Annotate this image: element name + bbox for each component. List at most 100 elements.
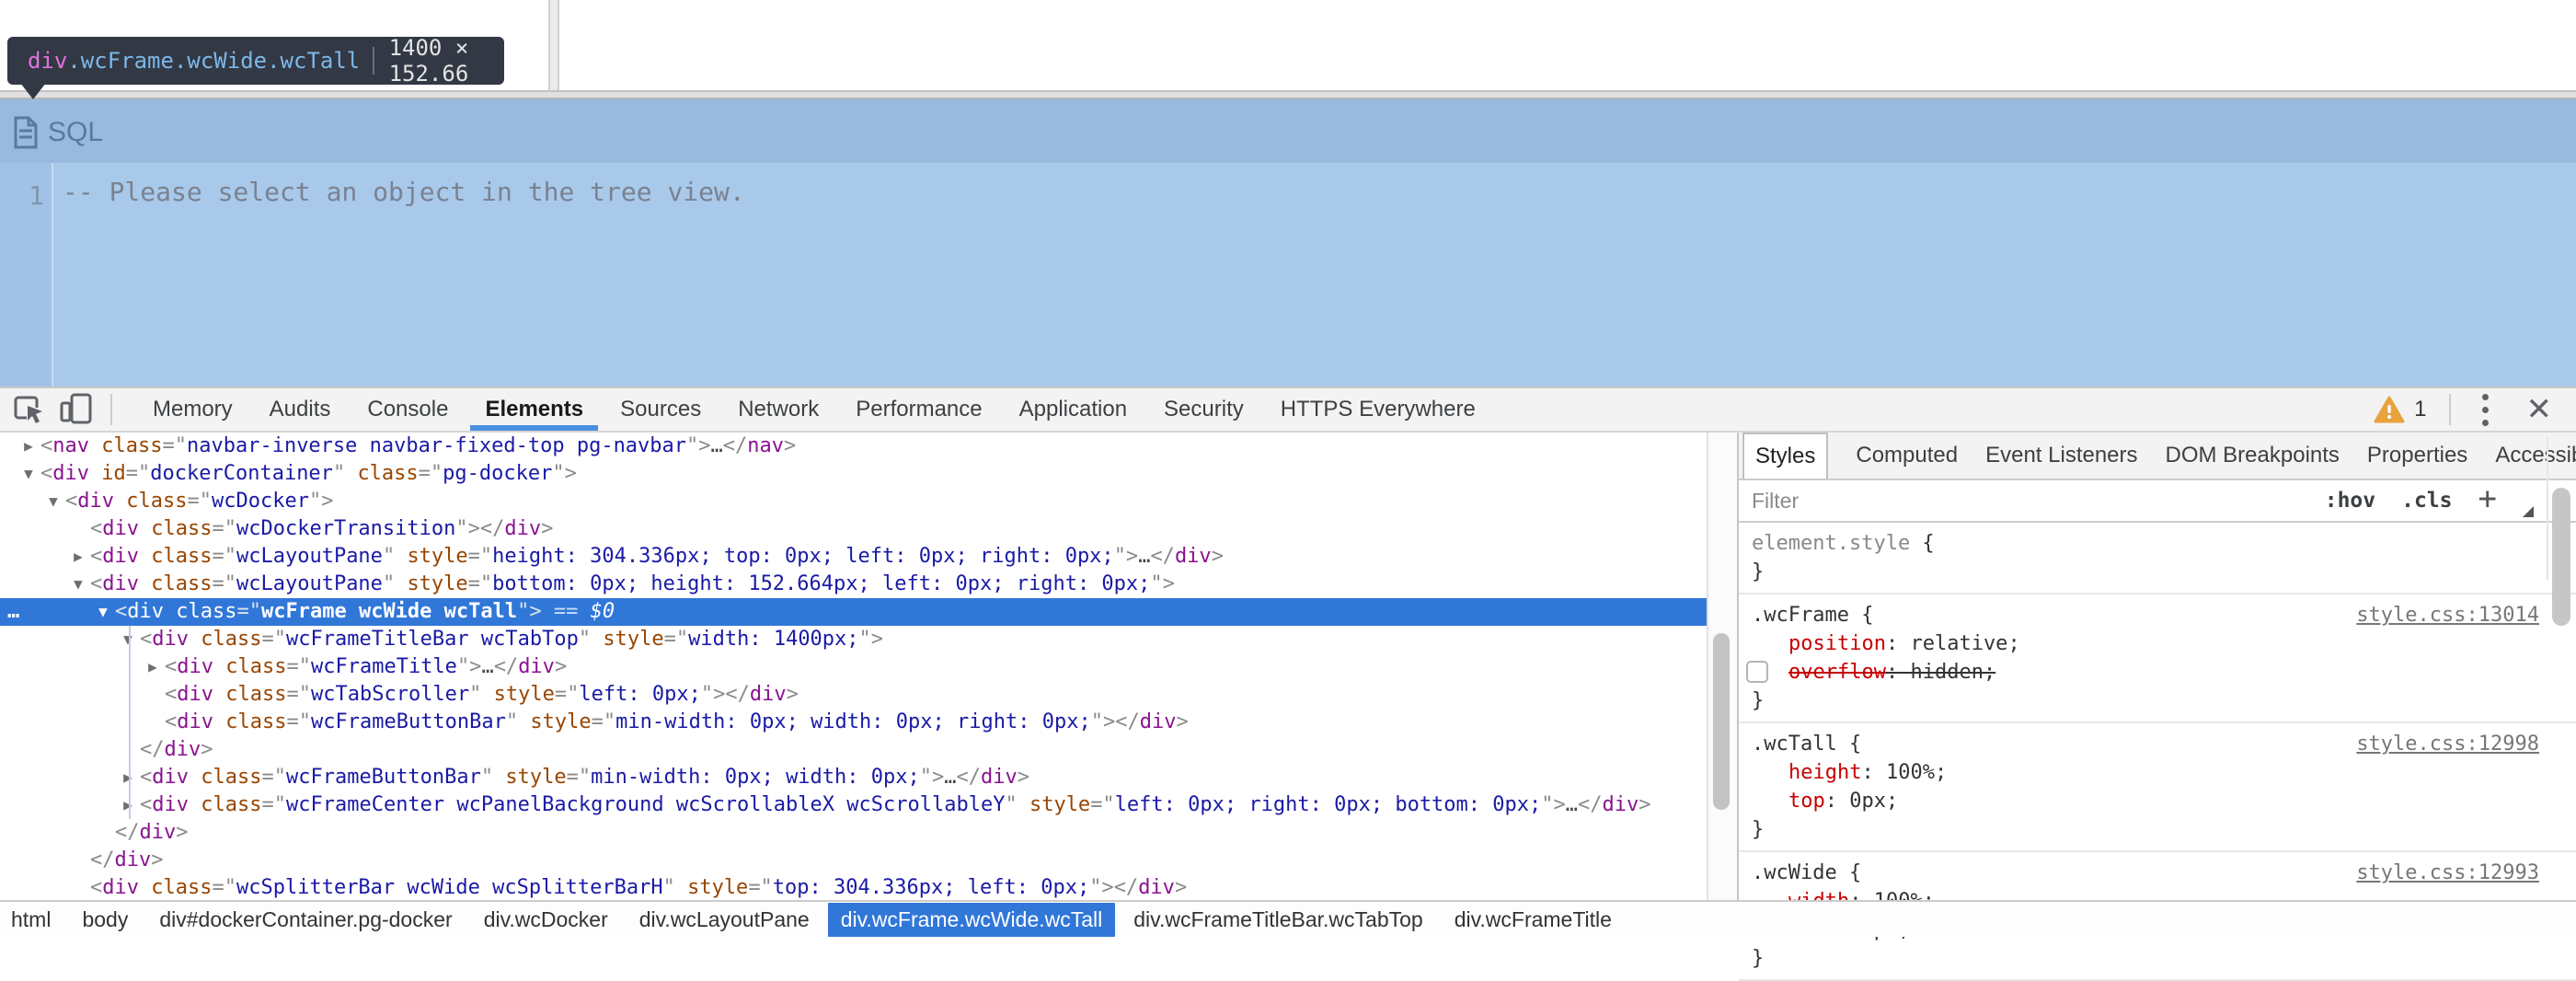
css-property[interactable]: position: relative; <box>1752 629 2539 658</box>
tab-elements[interactable]: Elements <box>485 388 583 431</box>
stylesheet-link[interactable]: style.css:12998 <box>2356 730 2539 758</box>
expand-arrow-icon[interactable]: ▶ <box>17 433 40 460</box>
expand-arrow-icon[interactable]: ▼ <box>41 488 65 515</box>
sql-tab[interactable]: SQL <box>13 112 103 153</box>
toggle-hov-button[interactable]: :hov <box>2325 489 2375 513</box>
expand-arrow-icon[interactable]: ▼ <box>66 571 90 598</box>
tab-audits[interactable]: Audits <box>270 388 331 431</box>
tab-network[interactable]: Network <box>738 388 819 431</box>
tree-row[interactable]: ▶<div class="wcFrameCenter wcPanelBackgr… <box>0 791 1707 819</box>
style-rule[interactable]: style.css:13014.wcFrame {position: relat… <box>1739 594 2576 723</box>
tab-sources[interactable]: Sources <box>620 388 701 431</box>
tree-row[interactable]: ▼<div class="wcFrameTitleBar wcTabTop" s… <box>0 626 1707 653</box>
tree-row[interactable]: ▶<div class="wcFrameButtonBar" style="mi… <box>0 764 1707 791</box>
page-horizontal-splitter[interactable] <box>0 90 2576 99</box>
sidebar-tab-computed[interactable]: Computed <box>1856 433 1958 479</box>
rule-close-line: } <box>1752 558 2539 586</box>
expand-arrow-icon[interactable]: ▼ <box>116 626 140 653</box>
page-vertical-splitter[interactable] <box>548 0 559 90</box>
styles-scrollbar-track <box>2547 436 2548 580</box>
sidebar-tab-properties[interactable]: Properties <box>2367 433 2467 479</box>
sidebar-tab-event-listeners[interactable]: Event Listeners <box>1985 433 2137 479</box>
tab-memory[interactable]: Memory <box>153 388 233 431</box>
tree-row[interactable]: </div> <box>0 736 1707 764</box>
tree-row[interactable]: ▼<div class="wcLayoutPane" style="bottom… <box>0 571 1707 598</box>
row-overflow-dots: … <box>7 598 21 626</box>
styles-scrollbar-thumb[interactable] <box>2552 488 2570 626</box>
tree-row[interactable]: <div class="wcDockerTransition"></div> <box>0 515 1707 543</box>
tree-row[interactable]: <div class="wcFrameButtonBar" style="min… <box>0 709 1707 736</box>
rule-selector-line[interactable]: element.style { <box>1752 529 2539 558</box>
new-style-rule-button[interactable]: + <box>2478 480 2497 517</box>
tooltip-dimensions: 1400 × 152.66 <box>389 35 504 87</box>
property-checkbox[interactable] <box>1746 661 1768 683</box>
tooltip-tag: div <box>28 48 67 74</box>
sql-tab-label: SQL <box>48 117 103 148</box>
toolbar-separator <box>110 394 112 425</box>
breadcrumb-item[interactable]: div.wcLayoutPane <box>639 907 810 932</box>
expand-arrow-icon[interactable]: ▶ <box>141 653 165 681</box>
tree-row[interactable]: <div class="wcTabScroller" style="left: … <box>0 681 1707 709</box>
css-property[interactable]: top: 0px; <box>1752 787 2539 815</box>
tree-row[interactable]: </div> <box>0 847 1707 874</box>
element-highlight-overlay: SQL 1 -- Please select an object in the … <box>0 99 2576 387</box>
tree-row[interactable]: <div class="wcSplitterBar wcWide wcSplit… <box>0 874 1707 900</box>
inspect-tooltip: div.wcFrame.wcWide.wcTall 1400 × 152.66 <box>7 37 504 85</box>
tab-security[interactable]: Security <box>1164 388 1244 431</box>
rule-selector-line[interactable]: style.css:12993.wcWide { <box>1752 859 2539 887</box>
sidebar-tab-accessibility[interactable]: Accessibility <box>2495 433 2576 479</box>
close-icon[interactable]: ✕ <box>2526 394 2553 425</box>
styles-filter-input[interactable]: Filter <box>1752 489 1799 514</box>
tree-row[interactable]: ▶<div class="wcLayoutPane" style="height… <box>0 543 1707 571</box>
rule-selector-line[interactable]: style.css:13014.wcFrame { <box>1752 601 2539 629</box>
tooltip-separator <box>373 47 374 75</box>
breadcrumb-item[interactable]: div#dockerContainer.pg-docker <box>159 907 452 932</box>
tree-row[interactable]: ▶<nav class="navbar-inverse navbar-fixed… <box>0 433 1707 460</box>
editor-code-line[interactable]: -- Please select an object in the tree v… <box>63 177 745 207</box>
style-rule[interactable]: style.css:12998.wcTall {height: 100%;top… <box>1739 723 2576 852</box>
device-toolbar-icon[interactable] <box>59 392 96 427</box>
tree-row[interactable]: </div> <box>0 819 1707 847</box>
styles-tab-bar: Styles Computed Event Listeners DOM Breakpo… <box>1739 433 2576 480</box>
elements-scrollbar-thumb[interactable] <box>1713 633 1730 810</box>
sidebar-tab-styles[interactable]: Styles <box>1742 433 1828 479</box>
toggle-cls-button[interactable]: .cls <box>2401 489 2452 513</box>
sidebar-tab-dom-breakpoints[interactable]: DOM Breakpoints <box>2166 433 2340 479</box>
tab-performance[interactable]: Performance <box>856 388 982 431</box>
warning-icon[interactable] <box>2374 396 2405 423</box>
styles-filter-row: Filter :hov .cls + <box>1739 480 2576 523</box>
style-rule[interactable]: element.style {} <box>1739 523 2576 594</box>
breadcrumb-item[interactable]: div.wcFrameTitleBar.wcTabTop <box>1133 907 1422 932</box>
breadcrumb-item[interactable]: body <box>82 907 128 932</box>
stylesheet-link[interactable]: style.css:12993 <box>2356 859 2539 887</box>
warning-count[interactable]: 1 <box>2414 397 2426 422</box>
breadcrumb-item[interactable]: div.wcDocker <box>484 907 608 932</box>
tree-row[interactable]: ▼<div class="wcDocker"> <box>0 488 1707 515</box>
breadcrumb-item[interactable]: div.wcFrameTitle <box>1455 907 1612 932</box>
tree-indent-guide <box>129 626 131 819</box>
breadcrumb: html body div#dockerContainer.pg-docker div… <box>0 900 2576 937</box>
expand-arrow-icon[interactable]: ▼ <box>17 460 40 488</box>
expand-arrow-icon[interactable]: ▶ <box>66 543 90 571</box>
expand-arrow-icon[interactable]: ▶ <box>116 764 140 791</box>
expand-arrow-icon[interactable]: ▶ <box>116 791 140 819</box>
tree-row[interactable]: …▼<div class="wcFrame wcWide wcTall"> ==… <box>0 598 1707 626</box>
sql-panel-tabbar <box>0 99 2576 163</box>
inspect-cursor-icon[interactable] <box>13 393 46 426</box>
breadcrumb-item[interactable]: html <box>11 907 51 932</box>
css-property[interactable]: overflow: hidden; <box>1752 658 2539 687</box>
expand-arrow-icon[interactable]: ▼ <box>91 598 115 626</box>
rule-close-line: } <box>1752 815 2539 844</box>
stylesheet-link[interactable]: style.css:13014 <box>2356 601 2539 629</box>
tree-row[interactable]: ▼<div id="dockerContainer" class="pg-doc… <box>0 460 1707 488</box>
breadcrumb-item[interactable]: div.wcFrame.wcWide.wcTall <box>828 903 1116 937</box>
tab-console[interactable]: Console <box>367 388 448 431</box>
tree-row[interactable]: ▶<div class="wcFrameTitle">…</div> <box>0 653 1707 681</box>
tab-https-everywhere[interactable]: HTTPS Everywhere <box>1281 388 1476 431</box>
kebab-menu-icon[interactable] <box>2467 390 2504 429</box>
tab-application[interactable]: Application <box>1019 388 1127 431</box>
devtools-toolbar: Memory Audits Console Elements Sources Networ… <box>0 387 2576 433</box>
rule-selector-line[interactable]: style.css:12998.wcTall { <box>1752 730 2539 758</box>
rule-close-line: } <box>1752 687 2539 715</box>
css-property[interactable]: height: 100%; <box>1752 758 2539 787</box>
